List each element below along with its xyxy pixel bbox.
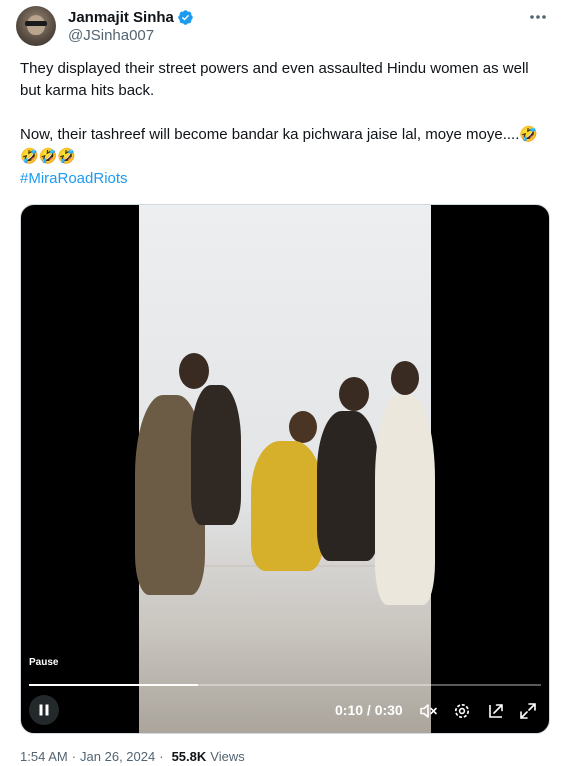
tweet-date[interactable]: Jan 26, 2024 bbox=[80, 749, 155, 764]
video-controls: 0:10 / 0:30 bbox=[21, 695, 549, 731]
video-progress-bar[interactable] bbox=[29, 684, 541, 686]
video-progress-fill bbox=[29, 684, 198, 686]
person-head bbox=[391, 361, 419, 395]
settings-button[interactable] bbox=[451, 700, 473, 722]
tweet-text-line1: They displayed their street powers and e… bbox=[20, 60, 533, 99]
views-label: Views bbox=[210, 749, 245, 764]
avatar[interactable] bbox=[16, 6, 56, 46]
person-head bbox=[289, 411, 317, 443]
tweet-meta: 1:54 AM · Jan 26, 2024 · 55.8K Views bbox=[20, 749, 245, 764]
pop-out-button[interactable] bbox=[485, 700, 507, 722]
author-display-name[interactable]: Janmajit Sinha bbox=[68, 9, 174, 26]
settings-icon bbox=[454, 703, 470, 719]
fullscreen-icon bbox=[520, 703, 536, 719]
tweet-time[interactable]: 1:54 AM bbox=[20, 749, 68, 764]
video-frame bbox=[135, 205, 435, 733]
hashtag-link[interactable]: #MiraRoadRiots bbox=[20, 168, 550, 190]
pause-button[interactable] bbox=[29, 695, 59, 725]
person-figure bbox=[317, 411, 379, 561]
author-name-row: Janmajit Sinha bbox=[68, 8, 194, 26]
views-count: 55.8K bbox=[171, 749, 207, 764]
mute-icon bbox=[420, 704, 437, 718]
person-head bbox=[339, 377, 369, 411]
author-handle[interactable]: @JSinha007 bbox=[68, 27, 154, 44]
pause-icon bbox=[39, 704, 49, 716]
meta-separator: · bbox=[71, 749, 77, 764]
verified-badge-icon[interactable] bbox=[177, 9, 194, 26]
pause-tooltip: Pause bbox=[29, 657, 59, 668]
person-figure-yellow bbox=[251, 441, 323, 571]
tweet-text: They displayed their street powers and e… bbox=[20, 58, 550, 190]
video-player[interactable]: Pause 0:10 / 0:30 bbox=[20, 204, 550, 734]
meta-separator: · bbox=[159, 749, 164, 764]
mute-button[interactable] bbox=[417, 700, 439, 722]
fullscreen-button[interactable] bbox=[517, 700, 539, 722]
person-head bbox=[179, 353, 209, 389]
video-time: 0:10 / 0:30 bbox=[335, 702, 403, 718]
avatar-glasses bbox=[25, 21, 47, 26]
pop-out-icon bbox=[489, 704, 503, 718]
person-figure bbox=[191, 385, 241, 525]
person-figure-white bbox=[375, 395, 435, 605]
tweet-text-line2: Now, their tashreef will become bandar k… bbox=[20, 126, 539, 165]
tweet-card: Janmajit Sinha @JSinha007 They displayed… bbox=[0, 0, 568, 766]
more-options-icon[interactable] bbox=[528, 8, 548, 26]
